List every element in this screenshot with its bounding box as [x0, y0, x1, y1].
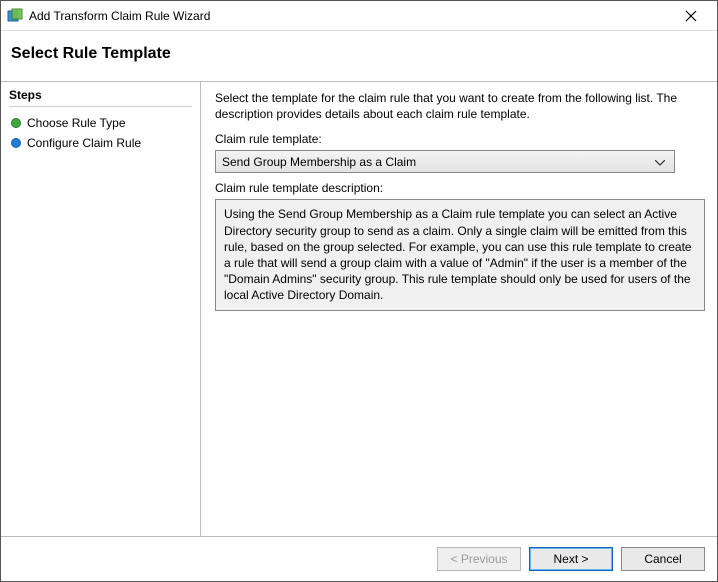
description-label: Claim rule template description:: [215, 181, 703, 195]
step-choose-rule-type[interactable]: Choose Rule Type: [9, 113, 192, 133]
page-title: Select Rule Template: [11, 45, 707, 63]
template-label: Claim rule template:: [215, 132, 703, 146]
page-header: Select Rule Template: [1, 31, 717, 82]
cancel-button[interactable]: Cancel: [621, 547, 705, 571]
select-value: Send Group Membership as a Claim: [222, 155, 652, 169]
chevron-down-icon: [652, 155, 668, 169]
close-button[interactable]: [671, 2, 711, 30]
previous-button: < Previous: [437, 547, 521, 571]
template-description: Using the Send Group Membership as a Cla…: [215, 199, 705, 310]
window-title: Add Transform Claim Rule Wizard: [29, 9, 671, 23]
steps-sidebar: Steps Choose Rule Type Configure Claim R…: [1, 82, 201, 536]
claim-rule-template-select[interactable]: Send Group Membership as a Claim: [215, 150, 675, 173]
step-configure-claim-rule[interactable]: Configure Claim Rule: [9, 133, 192, 153]
steps-heading: Steps: [9, 86, 192, 107]
wizard-window: Add Transform Claim Rule Wizard Select R…: [0, 0, 718, 582]
step-done-icon: [11, 118, 21, 128]
step-label: Choose Rule Type: [27, 116, 126, 130]
body: Steps Choose Rule Type Configure Claim R…: [1, 82, 717, 536]
step-label: Configure Claim Rule: [27, 136, 141, 150]
close-icon: [685, 10, 697, 22]
titlebar: Add Transform Claim Rule Wizard: [1, 1, 717, 31]
app-icon: [7, 8, 23, 24]
wizard-footer: < Previous Next > Cancel: [1, 536, 717, 581]
next-button[interactable]: Next >: [529, 547, 613, 571]
step-current-icon: [11, 138, 21, 148]
main-panel: Select the template for the claim rule t…: [201, 82, 717, 536]
instruction-text: Select the template for the claim rule t…: [215, 90, 703, 122]
